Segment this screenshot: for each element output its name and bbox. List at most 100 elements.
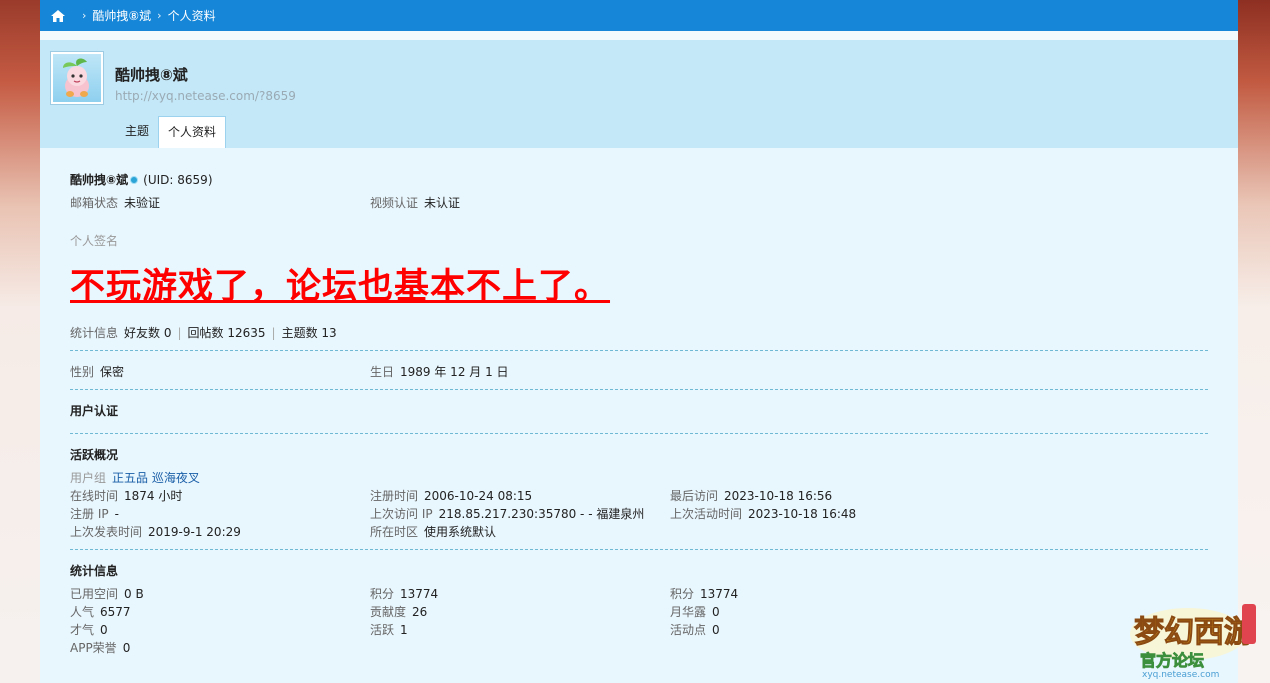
last-active: 上次活动时间 2023-10-18 16:48	[670, 505, 856, 522]
talent-label: 才气	[70, 623, 95, 637]
breadcrumb: › 酷帅拽⑧斌 › 个人资料	[40, 0, 1238, 31]
register-ip: 注册 IP -	[70, 505, 119, 522]
register-ip-value: -	[114, 507, 119, 521]
email-status-label: 邮箱状态	[70, 196, 119, 210]
moon-dew: 月华露 0	[670, 603, 720, 620]
birthday-label: 生日	[370, 365, 395, 379]
background-left-decoration	[0, 0, 40, 683]
points: 积分 13774	[370, 585, 438, 602]
last-active-label: 上次活动时间	[670, 507, 743, 521]
divider	[70, 549, 1208, 550]
timezone-label: 所在时区	[370, 525, 419, 539]
divider	[70, 350, 1208, 351]
used-space: 已用空间 0 B	[70, 585, 144, 602]
friends-count[interactable]: 好友数 0	[124, 326, 171, 340]
last-ip-label: 上次访问 IP	[370, 507, 433, 521]
activity-section-title: 活跃概况	[70, 448, 119, 462]
activity-points-value: 0	[712, 623, 720, 637]
profile-content: 酷帅拽⑧斌 (UID: 8659) 邮箱状态 未验证 视频认证 未认证 个人签名 不玩…	[40, 148, 1238, 683]
points-secondary-value: 13774	[700, 587, 739, 601]
breadcrumb-separator-icon: ›	[157, 9, 162, 22]
svg-text:xyq.netease.com: xyq.netease.com	[1142, 670, 1219, 680]
svg-text:官方论坛: 官方论坛	[1140, 651, 1204, 670]
home-icon[interactable]	[50, 9, 66, 23]
breadcrumb-user-link[interactable]: 酷帅拽⑧斌	[92, 7, 151, 24]
stats-summary-label: 统计信息	[70, 326, 119, 340]
user-group-label: 用户组	[70, 471, 107, 485]
active-score-label: 活跃	[370, 623, 395, 637]
video-auth-value: 未认证	[424, 196, 461, 210]
avatar[interactable]	[51, 52, 103, 104]
points-label: 积分	[370, 587, 395, 601]
signature-label: 个人签名	[70, 234, 119, 248]
timezone-value: 使用系统默认	[424, 525, 497, 539]
profile-header: 酷帅拽⑧斌 http://xyq.netease.com/?8659 主题 个人…	[40, 40, 1238, 148]
contribution: 贡献度 26	[370, 603, 427, 620]
replies-count[interactable]: 回帖数 12635	[188, 326, 266, 340]
last-post-label: 上次发表时间	[70, 525, 143, 539]
popularity: 人气 6577	[70, 603, 131, 620]
app-honor-value: 0	[122, 641, 131, 655]
game-forum-logo: 梦幻西游 官方论坛 xyq.netease.com	[1128, 598, 1258, 680]
last-ip-value: 218.85.217.230:35780 - - 福建泉州	[438, 507, 645, 521]
video-auth-label: 视频认证	[370, 196, 419, 210]
moon-dew-value: 0	[712, 605, 720, 619]
auth-section-title: 用户认证	[70, 404, 119, 418]
last-visit-value: 2023-10-18 16:56	[724, 489, 833, 503]
activity-points-label: 活动点	[670, 623, 707, 637]
talent-value: 0	[100, 623, 108, 637]
register-time-label: 注册时间	[370, 489, 419, 503]
contribution-label: 贡献度	[370, 605, 407, 619]
breadcrumb-separator-icon: ›	[82, 9, 87, 22]
online-time: 在线时间 1874 小时	[70, 487, 182, 504]
gender-value: 保密	[100, 365, 125, 379]
last-visit-label: 最后访问	[670, 489, 719, 503]
active-score: 活跃 1	[370, 621, 408, 638]
contribution-value: 26	[412, 605, 428, 619]
register-time-value: 2006-10-24 08:15	[424, 489, 533, 503]
points-secondary-label: 积分	[670, 587, 695, 601]
profile-page: › 酷帅拽⑧斌 › 个人资料 酷帅拽⑧斌 http://xyq.netease.…	[40, 0, 1238, 683]
app-honor-label: APP荣誉	[70, 641, 117, 655]
activity-points: 活动点 0	[670, 621, 720, 638]
gender: 性别 保密	[70, 363, 124, 380]
register-time: 注册时间 2006-10-24 08:15	[370, 487, 532, 504]
threads-count[interactable]: 主题数 13	[282, 326, 337, 340]
email-status-value: 未验证	[124, 196, 161, 210]
online-time-label: 在线时间	[70, 489, 119, 503]
tab-threads[interactable]: 主题	[116, 116, 158, 148]
last-ip: 上次访问 IP 218.85.217.230:35780 - - 福建泉州	[370, 505, 644, 522]
talent: 才气 0	[70, 621, 108, 638]
birthday: 生日 1989 年 12 月 1 日	[370, 363, 509, 380]
profile-username: 酷帅拽⑧斌	[115, 66, 188, 84]
user-group-link[interactable]: 正五品 巡海夜叉	[112, 471, 200, 485]
points-secondary: 积分 13774	[670, 585, 738, 602]
divider	[70, 433, 1208, 434]
last-visit: 最后访问 2023-10-18 16:56	[670, 487, 832, 504]
active-score-value: 1	[400, 623, 408, 637]
email-status: 邮箱状态 未验证	[70, 194, 160, 211]
tab-profile[interactable]: 个人资料	[158, 116, 227, 148]
popularity-label: 人气	[70, 605, 95, 619]
app-honor: APP荣誉 0	[70, 639, 130, 656]
register-ip-label: 注册 IP	[70, 507, 109, 521]
user-uid: (UID: 8659)	[143, 173, 213, 187]
used-space-value: 0 B	[124, 587, 144, 601]
profile-url[interactable]: http://xyq.netease.com/?8659	[115, 89, 296, 103]
timezone: 所在时区 使用系统默认	[370, 523, 496, 540]
last-post: 上次发表时间 2019-9-1 20:29	[70, 523, 241, 540]
svg-text:梦幻西游: 梦幻西游	[1134, 615, 1254, 650]
background-right-decoration	[1238, 0, 1270, 683]
last-active-value: 2023-10-18 16:48	[748, 507, 857, 521]
moon-dew-label: 月华露	[670, 605, 707, 619]
signature-text: 不玩游戏了，论坛也基本不上了。	[70, 267, 611, 307]
last-post-value: 2019-9-1 20:29	[148, 525, 241, 539]
online-time-value: 1874 小时	[124, 489, 183, 503]
gender-label: 性别	[70, 365, 95, 379]
user-identity: 酷帅拽⑧斌 (UID: 8659)	[70, 171, 213, 188]
profile-tabs: 主题 个人资料	[116, 116, 227, 148]
stats-summary: 统计信息 好友数 0 | 回帖数 12635 | 主题数 13	[70, 326, 337, 340]
divider	[70, 389, 1208, 390]
user-name: 酷帅拽⑧斌	[70, 173, 129, 187]
user-group: 用户组 正五品 巡海夜叉	[70, 469, 200, 486]
